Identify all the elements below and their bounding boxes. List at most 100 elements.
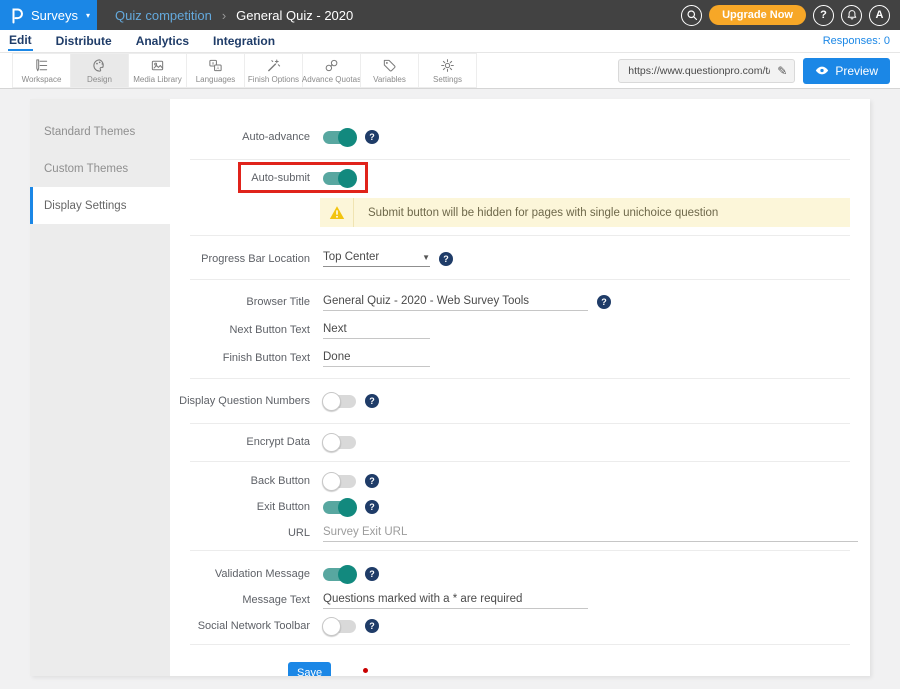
progress-bar-location-select[interactable]: Top Center ▼ (323, 251, 430, 267)
validation-message-label: Validation Message (170, 568, 310, 580)
responses-count[interactable]: Responses: 0 (823, 35, 890, 47)
exit-button-label: Exit Button (170, 501, 310, 513)
section-navigation-buttons: Back Button Exit Button URL (170, 462, 870, 550)
message-text-label: Message Text (170, 594, 310, 606)
design-panel: Standard Themes Custom Themes Display Se… (30, 99, 870, 676)
toolbar-variables-label: Variables (373, 75, 406, 84)
surveys-menu-label: Surveys (31, 8, 78, 23)
social-network-toolbar-help-icon[interactable] (365, 619, 379, 633)
settings-gear-icon (440, 58, 455, 73)
auto-advance-help-icon[interactable] (365, 130, 379, 144)
toolbar-settings[interactable]: Settings (418, 53, 477, 88)
auto-submit-warning-banner: Submit button will be hidden for pages w… (320, 198, 850, 227)
browser-title-input[interactable] (323, 293, 588, 311)
next-button-text-label: Next Button Text (170, 324, 310, 336)
toolbar-right: https://www.questionpro.com/t/APNrFZ ✎ P… (618, 53, 900, 88)
toolbar-media-library-label: Media Library (133, 75, 181, 84)
help-button[interactable]: ? (813, 5, 834, 26)
chevron-down-icon: ▾ (86, 11, 90, 20)
auto-advance-label: Auto-advance (170, 131, 310, 143)
toolbar-languages-label: Languages (196, 75, 236, 84)
progress-bar-help-icon[interactable] (439, 252, 453, 266)
save-button[interactable]: Save (288, 662, 331, 676)
finish-button-text-input[interactable] (323, 349, 430, 367)
exit-button-help-icon[interactable] (365, 500, 379, 514)
tab-analytics[interactable]: Analytics (135, 32, 190, 50)
toolbar-workspace[interactable]: Workspace (12, 53, 71, 88)
section-auto-advance: Auto-advance (170, 99, 870, 159)
toolbar-variables[interactable]: Variables (360, 53, 419, 88)
bell-icon (846, 9, 858, 21)
section-button-texts: Browser Title Next Button Text Finish Bu… (170, 280, 870, 378)
tab-integration[interactable]: Integration (212, 32, 276, 50)
social-network-toolbar-label: Social Network Toolbar (170, 620, 310, 632)
toolbar-design-label: Design (87, 75, 112, 84)
surveys-menu[interactable]: Surveys ▾ (0, 0, 97, 30)
toolbar-languages[interactable]: aA Languages (186, 53, 245, 88)
toolbar-settings-label: Settings (433, 75, 462, 84)
exit-url-input[interactable] (323, 524, 858, 542)
upgrade-now-button[interactable]: Upgrade Now (709, 5, 806, 25)
section-progress-bar: Progress Bar Location Top Center ▼ (170, 236, 870, 279)
design-sidebar: Standard Themes Custom Themes Display Se… (30, 99, 170, 676)
progress-bar-location-label: Progress Bar Location (170, 253, 310, 265)
survey-url-box: https://www.questionpro.com/t/APNrFZ ✎ (618, 59, 795, 83)
svg-text:A: A (216, 65, 219, 70)
search-icon (686, 9, 698, 21)
validation-message-toggle[interactable] (323, 568, 356, 581)
auto-advance-toggle[interactable] (323, 131, 356, 144)
back-button-label: Back Button (170, 475, 310, 487)
design-palette-icon (92, 58, 107, 73)
encrypt-data-label: Encrypt Data (170, 436, 310, 448)
exit-button-toggle[interactable] (323, 501, 356, 514)
breadcrumb: Quiz competition › General Quiz - 2020 (115, 0, 353, 30)
survey-url[interactable]: https://www.questionpro.com/t/APNrFZ (628, 65, 770, 77)
section-save: Save (170, 645, 870, 676)
toolbar-media-library[interactable]: Media Library (128, 53, 187, 88)
auto-submit-toggle[interactable] (323, 172, 356, 185)
validation-message-help-icon[interactable] (365, 567, 379, 581)
toolbar-workspace-label: Workspace (22, 75, 62, 84)
section-auto-submit: Auto-submit Submit button will be hidden… (170, 160, 870, 235)
section-question-numbers: Display Question Numbers (170, 379, 870, 423)
warning-triangle-icon (329, 205, 345, 220)
sidebar-item-custom-themes[interactable]: Custom Themes (30, 150, 170, 187)
media-library-icon (150, 58, 165, 73)
encrypt-data-toggle[interactable] (323, 436, 356, 449)
search-button[interactable] (681, 5, 702, 26)
edit-url-pencil-icon[interactable]: ✎ (777, 64, 787, 78)
tab-edit[interactable]: Edit (8, 31, 33, 51)
back-button-toggle[interactable] (323, 475, 356, 488)
content-area: Standard Themes Custom Themes Display Se… (0, 89, 900, 689)
message-text-input[interactable] (323, 591, 588, 609)
browser-title-label: Browser Title (170, 296, 310, 308)
sidebar-item-standard-themes[interactable]: Standard Themes (30, 113, 170, 150)
tab-distribute[interactable]: Distribute (55, 32, 113, 50)
exit-url-label: URL (170, 527, 310, 539)
next-button-text-input[interactable] (323, 321, 430, 339)
social-network-toolbar-toggle[interactable] (323, 620, 356, 633)
notifications-button[interactable] (841, 5, 862, 26)
breadcrumb-folder[interactable]: Quiz competition (115, 8, 212, 23)
questionpro-logo-icon (10, 7, 24, 24)
display-question-numbers-help-icon[interactable] (365, 394, 379, 408)
display-question-numbers-toggle[interactable] (323, 395, 356, 408)
svg-text:a: a (212, 60, 215, 65)
workspace-icon (34, 58, 49, 73)
display-settings-form: Auto-advance Auto-submit (170, 99, 870, 676)
auto-submit-warning-text: Submit button will be hidden for pages w… (354, 198, 718, 227)
finish-button-text-label: Finish Button Text (170, 352, 310, 364)
breadcrumb-survey-title: General Quiz - 2020 (236, 8, 353, 23)
back-button-help-icon[interactable] (365, 474, 379, 488)
preview-button[interactable]: Preview (803, 58, 890, 84)
toolbar-design[interactable]: Design (70, 53, 129, 88)
toolbar-finish-options[interactable]: Finish Options (244, 53, 303, 88)
account-avatar[interactable]: A (869, 5, 890, 26)
sidebar-item-display-settings[interactable]: Display Settings (30, 187, 170, 224)
topbar-actions: Upgrade Now ? A (681, 0, 900, 30)
edit-toolbar: Workspace Design Media Library aA Langua… (0, 53, 900, 89)
section-encrypt-data: Encrypt Data (170, 424, 870, 461)
toolbar-advance-quotas[interactable]: Advance Quotas (302, 53, 361, 88)
browser-title-help-icon[interactable] (597, 295, 611, 309)
progress-bar-location-value: Top Center (323, 251, 379, 263)
